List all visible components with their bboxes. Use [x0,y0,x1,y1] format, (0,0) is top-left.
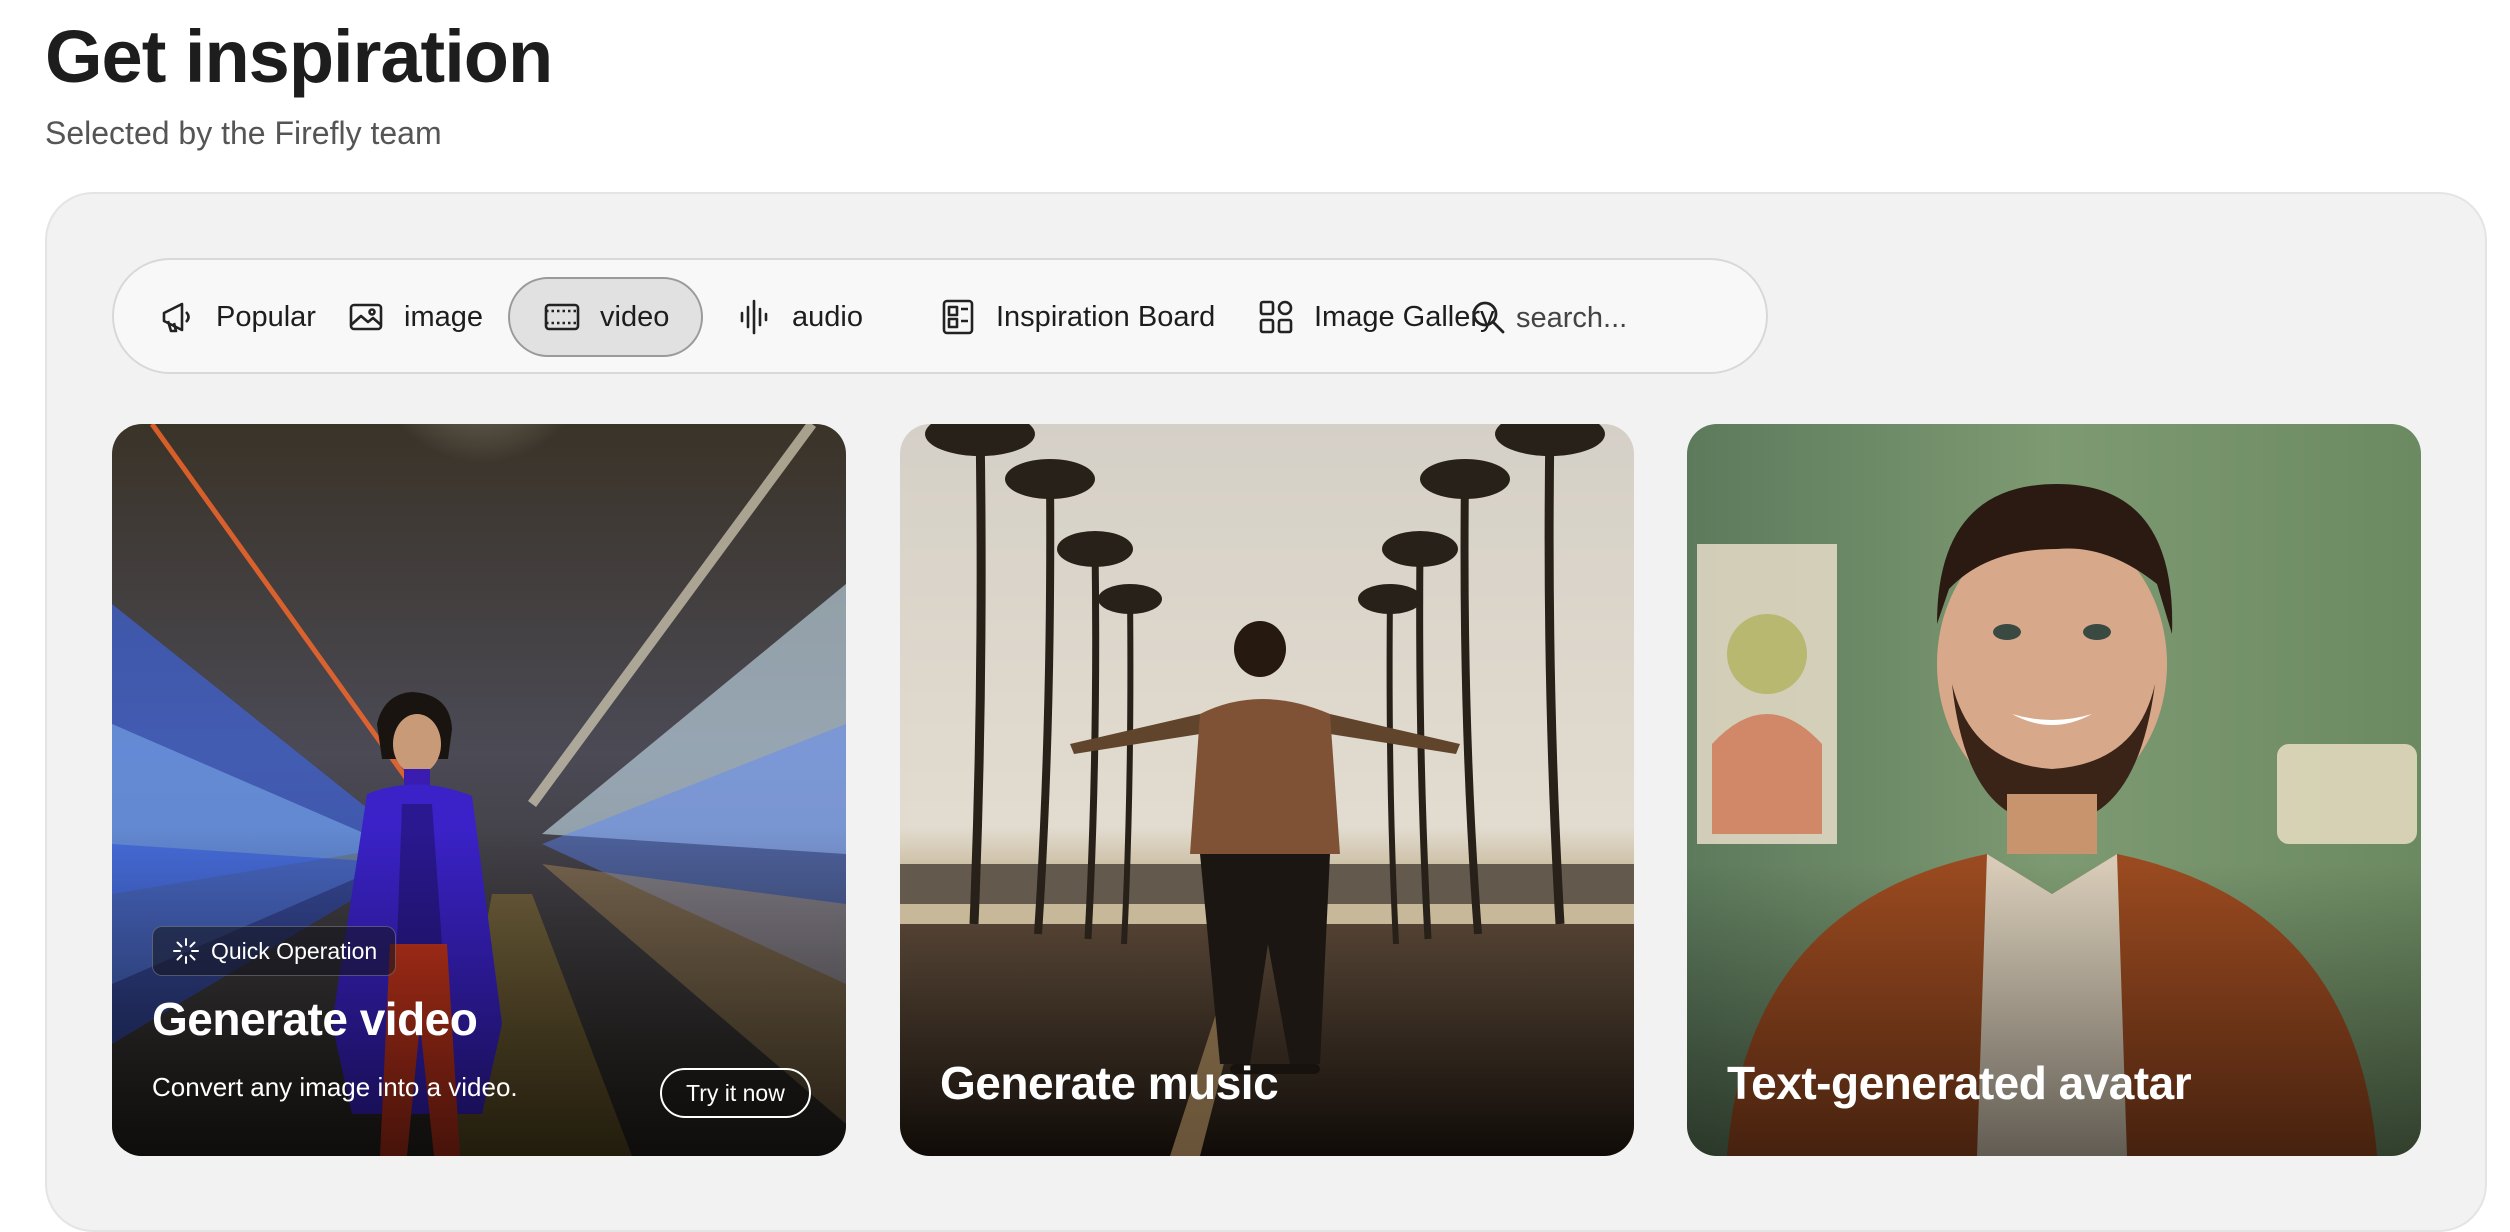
filter-image[interactable]: image [314,277,515,357]
board-icon [942,299,974,335]
card-generate-music[interactable]: Generate music [900,424,1634,1156]
card-description: Convert any image into a video. [152,1072,518,1102]
subway-woman-image [112,424,846,1156]
try-it-now-button[interactable]: Try it now [660,1068,811,1118]
badge-label: Quick Operation [211,937,378,964]
card-generate-video[interactable]: Quick Operation Generate video Convert a… [112,424,846,1156]
filter-video[interactable]: video [508,277,704,357]
filter-audio[interactable]: audio [702,277,895,357]
sparkle-icon [173,938,199,964]
card-title: Text-generated avatar [1727,1057,2192,1109]
grid-icon [1259,300,1293,334]
megaphone-icon [162,302,190,333]
film-icon [544,303,580,331]
page-subtitle: Selected by the Firefly team [45,115,442,151]
card-text-generated-avatar[interactable]: Text-generated avatar [1687,424,2421,1156]
skateboarder-image [900,424,1634,1156]
filter-bar: Popular image video audio Inspiration Bo… [112,258,1768,374]
filter-label: Inspiration Board [996,300,1216,333]
page-title: Get inspiration [45,15,553,98]
filter-inspiration-board[interactable]: Inspiration Board [906,277,1247,357]
filter-label: audio [792,300,863,333]
filter-label: image [404,300,483,333]
filter-label: Popular [216,300,316,333]
avatar-man-image [1687,424,2421,1156]
image-icon [349,303,383,331]
search-input[interactable] [1514,290,1738,346]
filter-label: video [600,300,670,333]
waveform-icon [740,299,768,335]
card-title: Generate video [152,993,478,1045]
card-title: Generate music [940,1057,1279,1109]
quick-operation-badge: Quick Operation [152,926,397,976]
search-icon[interactable] [1468,297,1508,337]
